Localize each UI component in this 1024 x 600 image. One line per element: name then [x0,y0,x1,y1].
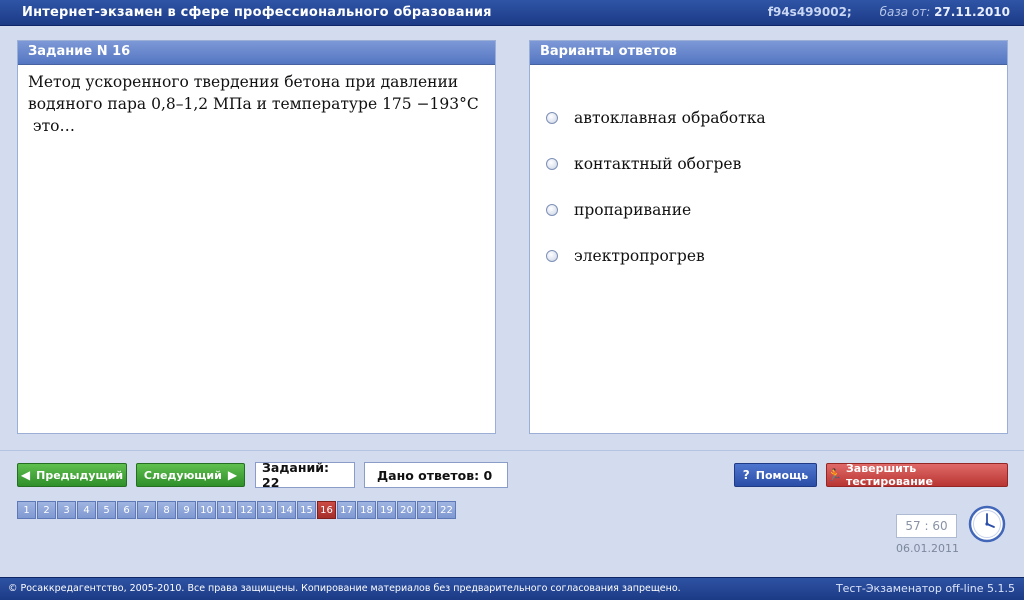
db-label: база от: [879,5,931,19]
title-bar: Интернет-экзамен в сфере профессионально… [0,0,1024,26]
finish-label: Завершить тестирование [845,462,933,488]
page-number-button[interactable]: 4 [77,501,96,519]
page-number-button[interactable]: 20 [397,501,416,519]
page-navigator: 1 2 3 4 5 6 7 8 9 10 11 12 13 14 15 16 17 18 19 20 21 22 [17,501,457,519]
db-date: 27.11.2010 [934,5,1010,19]
help-button[interactable]: ? Помощь [734,463,817,487]
finish-test-button[interactable]: 🏃 Завершить тестирование [826,462,1008,488]
timer-display: 57 : 60 [896,514,957,538]
radio-button[interactable] [546,111,558,124]
page-number-button[interactable]: 14 [277,501,296,519]
page-number-button[interactable]: 15 [297,501,316,519]
question-icon: ? [742,468,750,482]
page-number-button[interactable]: 17 [337,501,356,519]
page-number-button[interactable]: 7 [137,501,156,519]
radio-button[interactable] [546,157,558,170]
version-text: Тест-Экзаменатор off-line 5.1.5 [835,582,1015,595]
header-info: f94s499002; база от: 27.11.2010 [768,5,1010,19]
current-date: 06.01.2011 [896,542,959,555]
page-number-button[interactable]: 2 [37,501,56,519]
answer-label: электропрогрев [574,246,705,265]
page-number-button[interactable]: 8 [157,501,176,519]
answer-label: пропаривание [574,200,692,219]
page-number-button[interactable]: 18 [357,501,376,519]
answers-heading: Варианты ответов [530,41,1007,65]
answers-given-count: Дано ответов: 0 [364,462,508,488]
prev-button[interactable]: ◀ Предыдущий [17,463,127,487]
help-label: Помощь [755,468,809,482]
page-number-button[interactable]: 1 [17,501,36,519]
radio-button[interactable] [546,203,558,216]
next-button[interactable]: Следующий ▶ [136,463,245,487]
radio-button[interactable] [546,249,558,262]
task-text: Метод ускоренного твердения бетона при д… [18,65,495,143]
copyright-text: © Росаккредагентство, 2005-2010. Все пра… [8,583,681,594]
next-label: Следующий [143,468,222,482]
divider [0,450,1024,451]
tasks-count: Заданий: 22 [255,460,355,490]
prev-label: Предыдущий [36,468,124,482]
answer-option[interactable]: электропрогрев [546,229,1007,282]
page-number-button[interactable]: 21 [417,501,436,519]
task-text-line: водяного пара 0,8–1,2 МПа и температуре … [28,95,479,113]
task-panel: Задание N 16 Метод ускоренного твердения… [17,40,496,434]
page-number-button[interactable]: 3 [57,501,76,519]
task-text-line: это… [28,117,76,135]
page-number-button[interactable]: 9 [177,501,196,519]
running-man-icon: 🏃 [827,468,842,482]
answer-label: автоклавная обработка [574,108,766,127]
page-number-button[interactable]: 16 [317,501,336,519]
page-number-button[interactable]: 13 [257,501,276,519]
page-number-button[interactable]: 5 [97,501,116,519]
arrow-right-icon: ▶ [227,468,238,482]
answer-label: контактный обогрев [574,154,742,173]
page-number-button[interactable]: 19 [377,501,396,519]
clock-icon [968,505,1006,543]
answer-list: автоклавная обработка контактный обогрев… [530,65,1007,282]
app-title: Интернет-экзамен в сфере профессионально… [22,5,492,20]
task-text-line: Метод ускоренного твердения бетона при д… [28,73,459,91]
page-number-button[interactable]: 22 [437,501,456,519]
page-number-button[interactable]: 11 [217,501,236,519]
task-heading: Задание N 16 [18,41,495,65]
answers-panel: Варианты ответов автоклавная обработка к… [529,40,1008,434]
arrow-left-icon: ◀ [20,468,31,482]
page-number-button[interactable]: 10 [197,501,216,519]
session-code: f94s499002; [767,5,852,19]
footer: © Росаккредагентство, 2005-2010. Все пра… [0,577,1024,600]
page-number-button[interactable]: 6 [117,501,136,519]
page-number-button[interactable]: 12 [237,501,256,519]
